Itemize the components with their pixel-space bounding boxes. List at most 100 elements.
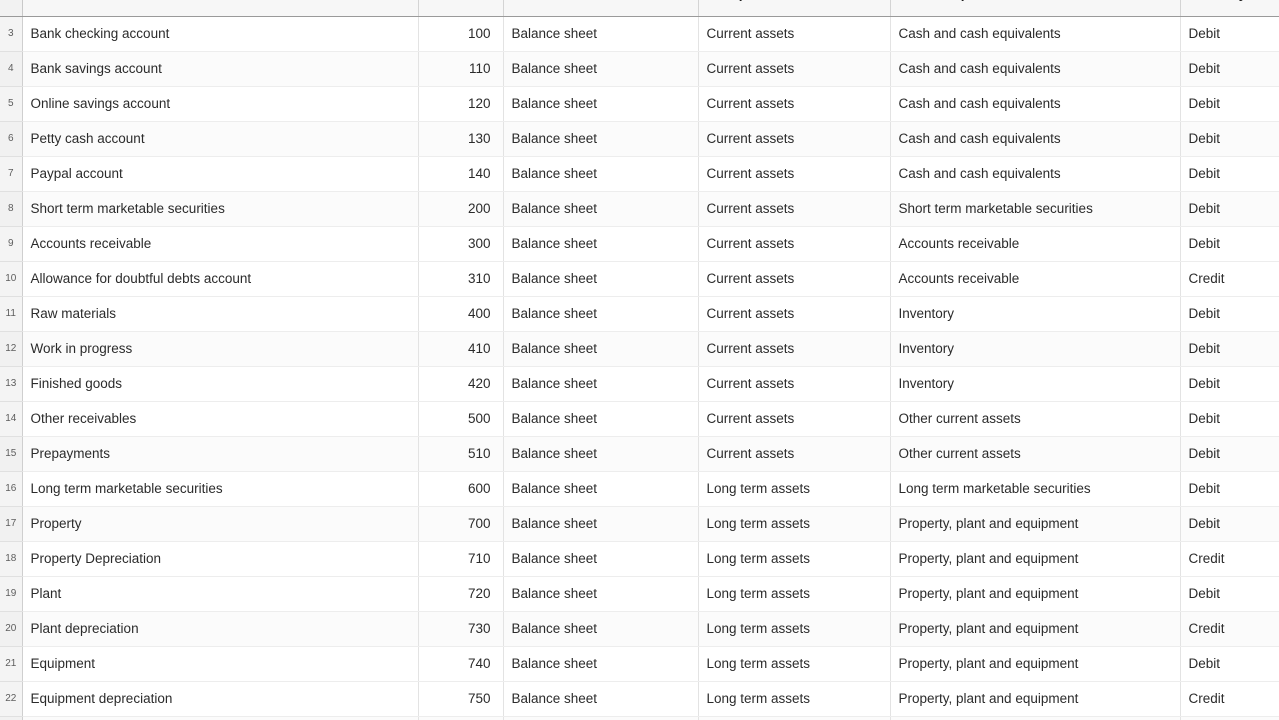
cell-account-name[interactable]: Plant depreciation: [22, 611, 419, 647]
cell-sub-group[interactable]: Short term marketable securities: [890, 191, 1181, 227]
cell-financial-statement[interactable]: Balance sheet: [503, 121, 699, 157]
table-row[interactable]: 7 Paypal account 140 Balance sheet Current a…: [0, 156, 1279, 192]
row-number-cell[interactable]: 8: [0, 191, 23, 227]
table-row[interactable]: 14 Other receivables 500 Balance sheet Curre…: [0, 401, 1279, 437]
cell-normally[interactable]: Debit: [1180, 296, 1279, 332]
row-number-cell[interactable]: 22: [0, 681, 23, 717]
table-row[interactable]: 4 Bank savings account 110 Balance sheet Cur…: [0, 51, 1279, 87]
cell-code[interactable]: 200: [418, 191, 504, 227]
cell-group[interactable]: Current assets: [698, 366, 891, 402]
cell-financial-statement[interactable]: Balance sheet: [503, 576, 699, 612]
table-row[interactable]: 18 Property Depreciation 710 Balance sheet L…: [0, 541, 1279, 577]
cell-normally[interactable]: Debit: [1180, 51, 1279, 87]
cell-account-name[interactable]: Short term marketable securities: [22, 191, 419, 227]
table-row[interactable]: 11 Raw materials 400 Balance sheet Current a…: [0, 296, 1279, 332]
cell-account-name[interactable]: Work in progress: [22, 331, 419, 367]
cell-financial-statement[interactable]: Balance sheet: [503, 296, 699, 332]
table-row[interactable]: 9 Accounts receivable 300 Balance sheet Curr…: [0, 226, 1279, 262]
cell-sub-group[interactable]: Cash and cash equivalents: [890, 16, 1181, 52]
cell-normally[interactable]: Debit: [1180, 646, 1279, 682]
cell-account-name[interactable]: Property Depreciation: [22, 541, 419, 577]
cell-account-name[interactable]: Online savings account: [22, 86, 419, 122]
table-row[interactable]: 12 Work in progress 410 Balance sheet Curren…: [0, 331, 1279, 367]
cell-normally[interactable]: Debit: [1180, 86, 1279, 122]
cell-account-name[interactable]: Bank savings account: [22, 51, 419, 87]
row-number-cell[interactable]: 23: [0, 716, 23, 720]
cell-group[interactable]: Long term assets: [698, 681, 891, 717]
cell-sub-group[interactable]: Inventory: [890, 331, 1181, 367]
row-number-cell[interactable]: 7: [0, 156, 23, 192]
cell-group[interactable]: Current assets: [698, 401, 891, 437]
cell-group[interactable]: Current assets: [698, 436, 891, 472]
cell-financial-statement[interactable]: Balance sheet: [503, 51, 699, 87]
cell-sub-group[interactable]: Property, plant and equipment: [890, 576, 1181, 612]
cell-normally[interactable]: Credit: [1180, 541, 1279, 577]
table-row[interactable]: 21 Equipment 740 Balance sheet Long term ass…: [0, 646, 1279, 682]
cell-code[interactable]: 500: [418, 401, 504, 437]
cell-financial-statement[interactable]: Balance sheet: [503, 16, 699, 52]
cell-account-name[interactable]: Petty cash account: [22, 121, 419, 157]
table-row[interactable]: 17 Property 700 Balance sheet Long term asse…: [0, 506, 1279, 542]
cell-normally[interactable]: Credit: [1180, 261, 1279, 297]
cell-account-name[interactable]: Equipment depreciation: [22, 681, 419, 717]
cell-normally[interactable]: Debit: [1180, 366, 1279, 402]
cell-group[interactable]: Current assets: [698, 86, 891, 122]
cell-group[interactable]: Current assets: [698, 16, 891, 52]
row-gutter-header[interactable]: [0, 0, 23, 17]
cell-sub-group[interactable]: Goodwill: [890, 716, 1181, 720]
cell-account-name[interactable]: Goodwill: [22, 716, 419, 720]
row-number-cell[interactable]: 21: [0, 646, 23, 682]
cell-sub-group[interactable]: Inventory: [890, 366, 1181, 402]
cell-financial-statement[interactable]: Balance sheet: [503, 541, 699, 577]
cell-financial-statement[interactable]: Balance sheet: [503, 401, 699, 437]
grid-scroll-area[interactable]: Account Name Code Financial Statement Gr…: [0, 0, 1279, 720]
table-row[interactable]: 22 Equipment depreciation 750 Balance sheet…: [0, 681, 1279, 717]
cell-code[interactable]: 410: [418, 331, 504, 367]
table-row[interactable]: 20 Plant depreciation 730 Balance sheet Long…: [0, 611, 1279, 647]
cell-sub-group[interactable]: Property, plant and equipment: [890, 541, 1181, 577]
cell-financial-statement[interactable]: Balance sheet: [503, 716, 699, 720]
table-row[interactable]: 5 Online savings account 120 Balance sheet C…: [0, 86, 1279, 122]
table-row[interactable]: 6 Petty cash account 130 Balance sheet Curre…: [0, 121, 1279, 157]
cell-sub-group[interactable]: Cash and cash equivalents: [890, 121, 1181, 157]
cell-sub-group[interactable]: Other current assets: [890, 401, 1181, 437]
cell-code[interactable]: 730: [418, 611, 504, 647]
row-number-cell[interactable]: 12: [0, 331, 23, 367]
cell-sub-group[interactable]: Cash and cash equivalents: [890, 51, 1181, 87]
cell-sub-group[interactable]: Other current assets: [890, 436, 1181, 472]
row-number-cell[interactable]: 5: [0, 86, 23, 122]
cell-financial-statement[interactable]: Balance sheet: [503, 681, 699, 717]
row-number-cell[interactable]: 13: [0, 366, 23, 402]
cell-group[interactable]: Long term assets: [698, 611, 891, 647]
cell-sub-group[interactable]: Accounts receivable: [890, 261, 1181, 297]
cell-financial-statement[interactable]: Balance sheet: [503, 436, 699, 472]
cell-group[interactable]: Current assets: [698, 121, 891, 157]
cell-code[interactable]: 100: [418, 16, 504, 52]
cell-group[interactable]: Long term assets: [698, 506, 891, 542]
cell-group[interactable]: Current assets: [698, 226, 891, 262]
table-row[interactable]: 19 Plant 720 Balance sheet Long term assets P…: [0, 576, 1279, 612]
row-number-cell[interactable]: 16: [0, 471, 23, 507]
cell-code[interactable]: 720: [418, 576, 504, 612]
cell-financial-statement[interactable]: Balance sheet: [503, 331, 699, 367]
cell-account-name[interactable]: Bank checking account: [22, 16, 419, 52]
cell-sub-group[interactable]: Inventory: [890, 296, 1181, 332]
row-number-cell[interactable]: 20: [0, 611, 23, 647]
cell-financial-statement[interactable]: Balance sheet: [503, 261, 699, 297]
cell-normally[interactable]: Credit: [1180, 611, 1279, 647]
cell-normally[interactable]: Credit: [1180, 681, 1279, 717]
cell-account-name[interactable]: Long term marketable securities: [22, 471, 419, 507]
cell-group[interactable]: Long term assets: [698, 471, 891, 507]
column-header-account-name[interactable]: Account Name: [22, 0, 419, 17]
cell-group[interactable]: Long term assets: [698, 716, 891, 720]
cell-sub-group[interactable]: Cash and cash equivalents: [890, 156, 1181, 192]
cell-code[interactable]: 110: [418, 51, 504, 87]
cell-code[interactable]: 510: [418, 436, 504, 472]
cell-code[interactable]: 300: [418, 226, 504, 262]
cell-financial-statement[interactable]: Balance sheet: [503, 646, 699, 682]
cell-code[interactable]: 420: [418, 366, 504, 402]
cell-normally[interactable]: Debit: [1180, 331, 1279, 367]
row-number-cell[interactable]: 11: [0, 296, 23, 332]
row-number-cell[interactable]: 19: [0, 576, 23, 612]
cell-normally[interactable]: Debit: [1180, 506, 1279, 542]
